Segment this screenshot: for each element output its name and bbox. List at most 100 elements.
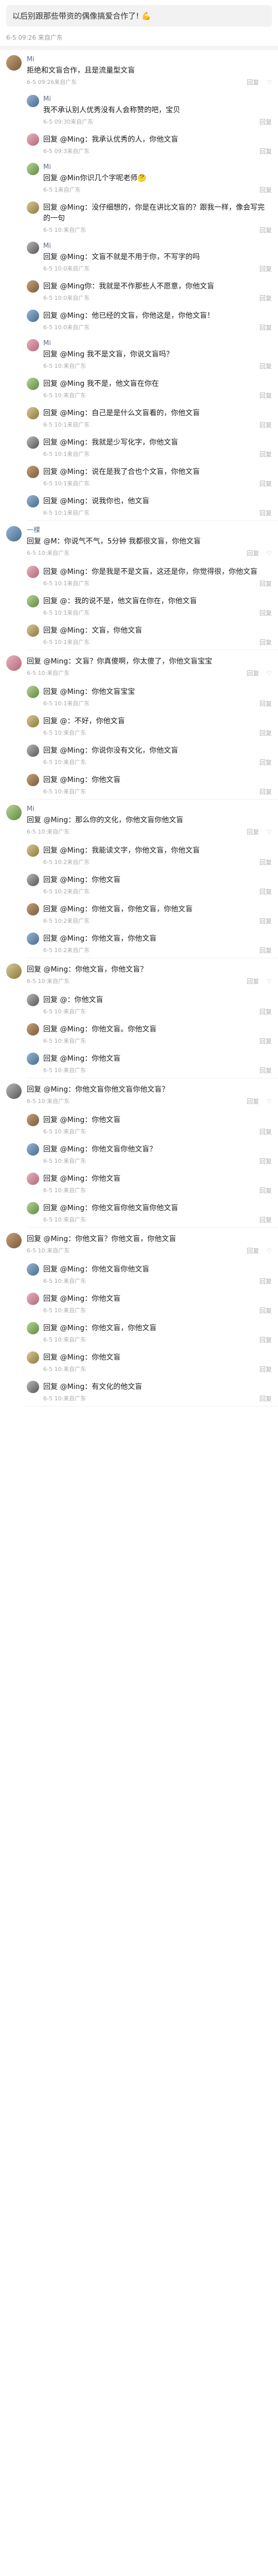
avatar[interactable] [27, 242, 39, 254]
reply-button[interactable]: 回复 [259, 946, 272, 955]
reply-button[interactable]: 回复 [259, 788, 272, 796]
avatar[interactable] [6, 1233, 22, 1248]
reply-button[interactable]: 回复 [259, 1037, 272, 1045]
comment-author[interactable]: Mi [27, 55, 272, 64]
reply-button[interactable]: 回复 [259, 509, 272, 517]
reply-button[interactable]: 回复 [259, 226, 272, 234]
reply-button[interactable]: 回复 [259, 480, 272, 488]
like-button[interactable]: ♡ [266, 78, 272, 87]
reply-author[interactable]: Mi [43, 242, 272, 251]
avatar[interactable] [27, 495, 39, 507]
avatar[interactable] [27, 95, 39, 107]
reply-button[interactable]: 回复 [259, 1277, 272, 1285]
reply-button[interactable]: 回复 [259, 265, 272, 273]
reply-button[interactable]: 回复 [259, 1395, 272, 1403]
reply-button[interactable]: 回复 [259, 1216, 272, 1224]
reply-button[interactable]: 回复 [259, 186, 272, 194]
avatar[interactable] [27, 436, 39, 449]
avatar[interactable] [27, 1263, 39, 1276]
avatar[interactable] [27, 339, 39, 351]
reply-button[interactable]: 回复 [247, 1247, 259, 1255]
avatar[interactable] [27, 378, 39, 390]
reply-button[interactable]: 回复 [259, 450, 272, 459]
reply-button[interactable]: 回复 [247, 669, 259, 677]
reply-button[interactable]: 回复 [247, 549, 259, 557]
avatar[interactable] [6, 526, 22, 541]
reply-button[interactable]: 回复 [259, 1365, 272, 1374]
avatar[interactable] [27, 903, 39, 916]
avatar[interactable] [27, 744, 39, 757]
comment-author[interactable]: 一棵 [27, 526, 272, 535]
reply-button[interactable]: 回复 [259, 858, 272, 867]
avatar[interactable] [6, 55, 22, 71]
reply-button[interactable]: 回复 [247, 977, 259, 986]
reply-author[interactable]: Mi [43, 163, 272, 172]
reply-button[interactable]: 回复 [259, 888, 272, 896]
reply-button[interactable]: 回复 [259, 729, 272, 737]
quoted-post[interactable]: 以后别跟那些带资的偶像搞爱合作了! 💪 [6, 5, 272, 27]
like-button[interactable]: ♡ [266, 549, 272, 557]
avatar[interactable] [27, 163, 39, 175]
reply-button[interactable]: 回复 [259, 1157, 272, 1165]
avatar[interactable] [27, 1202, 39, 1214]
avatar[interactable] [27, 1322, 39, 1334]
like-button[interactable]: ♡ [266, 1247, 272, 1255]
avatar[interactable] [27, 1173, 39, 1185]
reply-button[interactable]: 回复 [259, 1008, 272, 1016]
avatar[interactable] [27, 133, 39, 146]
avatar[interactable] [6, 963, 22, 979]
avatar[interactable] [27, 1143, 39, 1156]
like-button[interactable]: ♡ [266, 977, 272, 986]
reply-button[interactable]: 回复 [259, 1336, 272, 1344]
avatar[interactable] [27, 1381, 39, 1393]
reply-button[interactable]: 回复 [259, 362, 272, 370]
avatar[interactable] [6, 1083, 22, 1099]
avatar[interactable] [27, 994, 39, 1006]
reply-button[interactable]: 回复 [259, 392, 272, 400]
reply-button[interactable]: 回复 [259, 580, 272, 588]
reply-button[interactable]: 回复 [259, 758, 272, 767]
reply-author[interactable]: Mi [43, 339, 272, 348]
reply-button[interactable]: 回复 [259, 324, 272, 332]
avatar[interactable] [6, 805, 22, 820]
avatar[interactable] [27, 933, 39, 945]
avatar[interactable] [27, 874, 39, 886]
like-button[interactable]: ♡ [266, 1097, 272, 1106]
avatar[interactable] [27, 280, 39, 293]
avatar[interactable] [27, 310, 39, 322]
avatar[interactable] [27, 566, 39, 578]
reply-button[interactable]: 回复 [247, 1097, 259, 1106]
reply-button[interactable]: 回复 [259, 609, 272, 617]
reply-button[interactable]: 回复 [259, 917, 272, 925]
reply-button[interactable]: 回复 [259, 1128, 272, 1136]
avatar[interactable] [27, 1114, 39, 1126]
reply-button[interactable]: 回复 [259, 421, 272, 429]
avatar[interactable] [27, 1053, 39, 1065]
like-button[interactable]: ♡ [266, 828, 272, 836]
reply-button[interactable]: 回复 [259, 1307, 272, 1315]
reply-button[interactable]: 回复 [259, 1187, 272, 1195]
avatar[interactable] [6, 655, 22, 671]
avatar[interactable] [27, 1023, 39, 1036]
reply-button[interactable]: 回复 [259, 118, 272, 126]
reply-button[interactable]: 回复 [247, 828, 259, 836]
avatar[interactable] [27, 774, 39, 786]
avatar[interactable] [27, 595, 39, 607]
avatar[interactable] [27, 201, 39, 214]
avatar[interactable] [27, 686, 39, 698]
avatar[interactable] [27, 715, 39, 727]
reply-button[interactable]: 回复 [259, 1066, 272, 1075]
reply-button[interactable]: 回复 [259, 147, 272, 156]
reply-button[interactable]: 回复 [259, 700, 272, 708]
reply-button[interactable]: 回复 [259, 294, 272, 302]
avatar[interactable] [27, 624, 39, 637]
avatar[interactable] [27, 407, 39, 419]
avatar[interactable] [27, 844, 39, 857]
comment-author[interactable]: Mi [27, 805, 272, 814]
reply-button[interactable]: 回复 [247, 78, 259, 87]
reply-button[interactable]: 回复 [259, 638, 272, 647]
avatar[interactable] [27, 466, 39, 478]
like-button[interactable]: ♡ [266, 669, 272, 677]
avatar[interactable] [27, 1293, 39, 1305]
avatar[interactable] [27, 1351, 39, 1364]
